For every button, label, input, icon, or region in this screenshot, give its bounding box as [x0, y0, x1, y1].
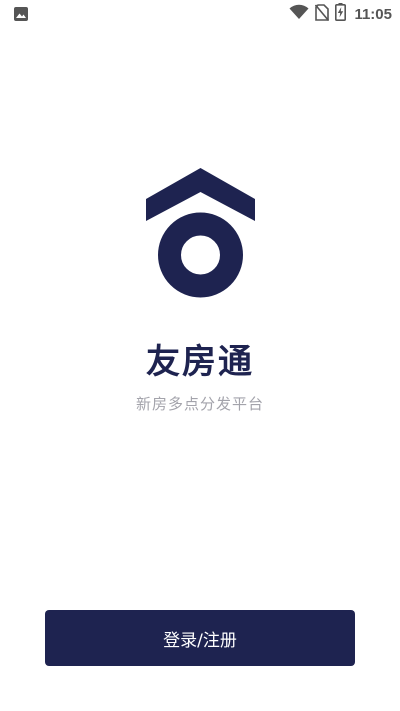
app-tagline: 新房多点分发平台: [135, 395, 264, 413]
login-register-button[interactable]: 登录/注册: [45, 610, 355, 666]
status-time: 11:05: [354, 5, 392, 23]
battery-charging-icon: [335, 3, 347, 25]
wifi-icon: [289, 4, 309, 24]
status-icons: 11:05: [289, 3, 392, 25]
house-logo-icon: [146, 168, 255, 298]
status-bar: 11:05: [0, 0, 400, 28]
app-title: 友房通: [146, 342, 254, 382]
no-sim-icon: [315, 3, 330, 25]
image-icon: [13, 6, 29, 22]
